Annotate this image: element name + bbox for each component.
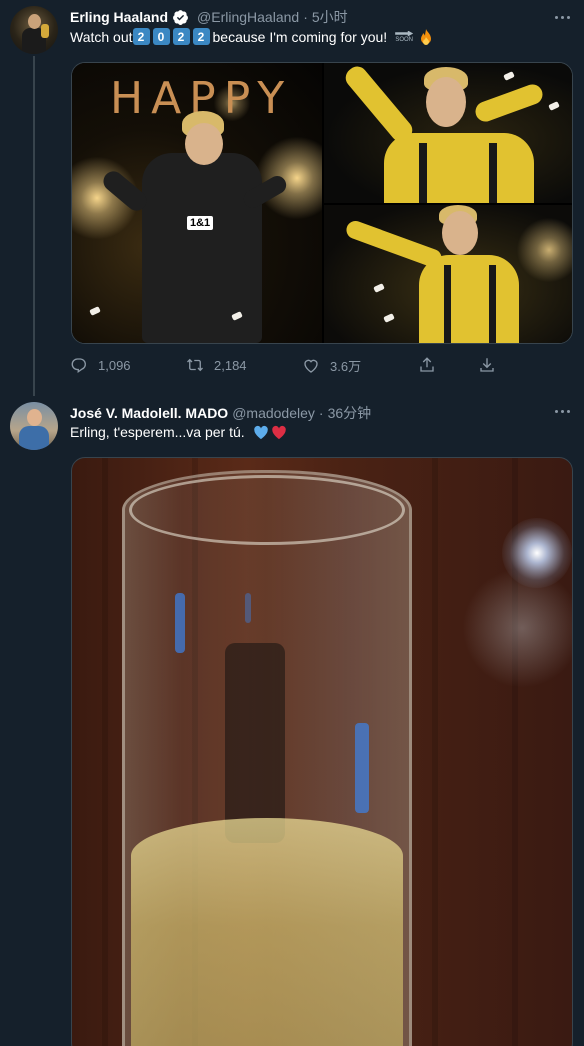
verified-badge-icon (172, 9, 189, 26)
author-name[interactable]: Erling Haaland (70, 9, 168, 25)
keycap-digit: 2 (172, 28, 190, 45)
retweet-count: 2,184 (214, 357, 247, 373)
share-button[interactable] (418, 356, 446, 374)
keycap-digit: 2 (192, 28, 210, 45)
more-icon[interactable] (552, 7, 572, 27)
tweet-text: Watch out 2022 because I'm coming for yo… (70, 28, 433, 45)
tweet-action-bar: 1,096 2,184 3.6万 (70, 356, 510, 378)
reply-count: 1,096 (98, 357, 131, 373)
media-image-celebration-1[interactable] (324, 63, 572, 203)
avatar[interactable] (10, 402, 58, 450)
reply-icon (71, 358, 86, 374)
tweet-header: José V. Madolell. MADO @madodeley · 36分钟 (70, 403, 371, 423)
tweet-media-grid[interactable]: HAPPY 1&1 (71, 62, 573, 344)
author-name[interactable]: José V. Madolell. MADO (70, 405, 228, 421)
separator-dot: · (303, 9, 308, 25)
like-button[interactable]: 3.6万 (302, 356, 361, 375)
timestamp[interactable]: 36分钟 (328, 403, 372, 423)
more-icon[interactable] (552, 401, 572, 421)
tweet-text: Erling, t'esperem...va per tú. (70, 424, 287, 440)
soon-label: SOON (395, 36, 413, 43)
retweet-icon (187, 358, 203, 372)
media-image-happy[interactable]: HAPPY 1&1 (72, 63, 322, 343)
reply-button[interactable]: 1,096 (70, 356, 131, 374)
tweet-header: Erling Haaland @ErlingHaaland · 5小时 (70, 7, 348, 27)
red-heart-icon (271, 425, 286, 439)
tweet-text-body: Erling, t'esperem...va per tú. (70, 424, 245, 440)
retweet-button[interactable]: 2,184 (186, 356, 247, 374)
author-handle[interactable]: @ErlingHaaland (197, 9, 299, 25)
thread-connector-line (33, 56, 35, 396)
keycap-digit: 2 (132, 28, 150, 45)
jersey-sponsor: 1&1 (187, 216, 214, 230)
keycap-digit: 0 (152, 28, 170, 45)
download-button[interactable] (478, 356, 506, 374)
like-icon (304, 359, 318, 373)
download-icon (480, 358, 494, 372)
fire-icon (421, 28, 432, 45)
soon-arrow-icon: SOON (395, 30, 414, 43)
avatar[interactable] (10, 6, 58, 54)
tweet-text-before: Watch out (70, 28, 133, 45)
media-image-celebration-2[interactable] (324, 205, 572, 343)
media-image-champagne-glass[interactable] (71, 457, 573, 1046)
timestamp[interactable]: 5小时 (312, 7, 348, 27)
author-handle[interactable]: @madodeley (232, 405, 315, 421)
blue-heart-icon (253, 425, 268, 439)
like-count: 3.6万 (330, 359, 362, 374)
separator-dot: · (318, 405, 324, 421)
tweet-text-after: because I'm coming for you! (212, 28, 388, 45)
share-icon (420, 357, 434, 372)
